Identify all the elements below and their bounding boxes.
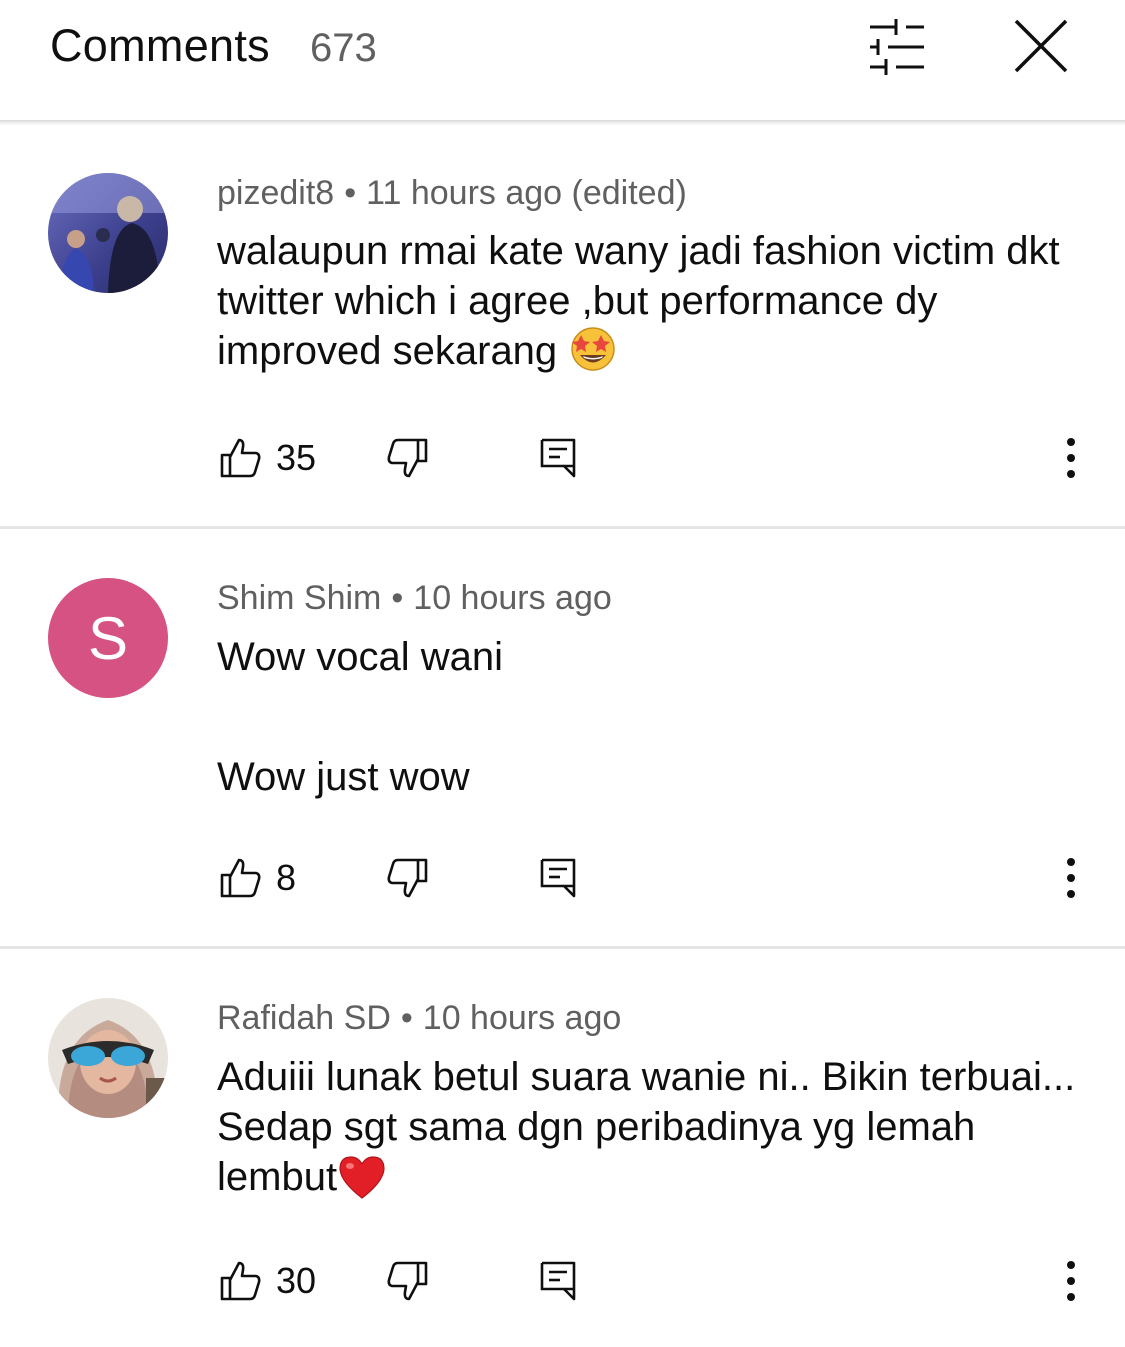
author-name[interactable]: Shim Shim (217, 579, 381, 617)
like-button[interactable] (218, 1259, 262, 1303)
red-heart-emoji (337, 1154, 387, 1200)
avatar[interactable] (48, 173, 168, 293)
avatar-letter: S (48, 578, 168, 698)
thumbs-up-icon (220, 858, 261, 898)
close-icon (1014, 19, 1068, 73)
more-vert-icon (1067, 438, 1075, 478)
reply-icon (540, 858, 576, 898)
comment-text: Wow vocal wani Wow just wow (217, 632, 1077, 802)
reply-button[interactable] (538, 1259, 578, 1303)
comments-header: Comments 673 (0, 0, 1125, 120)
separator-dot: • (400, 999, 413, 1037)
comment-item: Rafidah SD • 10 hours ago Aduiii lunak bet… (0, 949, 1125, 1347)
comment-body: walaupun rmai kate wany jadi fashion vic… (217, 229, 1060, 373)
like-count: 8 (276, 857, 297, 898)
dislike-button[interactable] (386, 436, 430, 480)
sort-filter-button[interactable] (860, 14, 932, 80)
comment-body-line: Wow just wow (217, 755, 470, 799)
like-button[interactable] (218, 436, 262, 480)
timestamp: 10 hours ago (422, 999, 622, 1037)
user-photo-icon (48, 173, 168, 293)
thumbs-down-icon (387, 1261, 428, 1301)
thumbs-up-icon (220, 438, 261, 478)
comment-meta: Rafidah SD • 10 hours ago (217, 999, 621, 1038)
comment-actions: 30 (0, 1259, 1125, 1319)
comment-item: pizedit8 • 11 hours ago (edited) walaupun … (0, 126, 1125, 526)
comment-actions: 8 (0, 856, 1125, 916)
dislike-button[interactable] (386, 856, 430, 900)
thumbs-up-icon (220, 1261, 261, 1301)
avatar[interactable]: S (48, 578, 168, 698)
thumbs-down-icon (387, 858, 428, 898)
avatar[interactable] (48, 998, 168, 1118)
timestamp: 11 hours ago (edited) (366, 174, 687, 212)
more-options-button[interactable] (1056, 432, 1086, 484)
comment-actions: 35 (0, 436, 1125, 496)
more-options-button[interactable] (1056, 852, 1086, 904)
separator-dot: • (344, 174, 357, 212)
comment-text: Aduiii lunak betul suara wanie ni.. Biki… (217, 1052, 1077, 1202)
comment-item: S Shim Shim • 10 hours ago Wow vocal wani … (0, 529, 1125, 947)
comments-title: Comments (50, 20, 270, 71)
user-photo-icon (48, 998, 168, 1118)
author-name[interactable]: Rafidah SD (217, 999, 391, 1037)
sliders-icon (870, 19, 924, 75)
reply-icon (540, 1261, 576, 1301)
more-vert-icon (1067, 858, 1075, 898)
comment-meta: pizedit8 • 11 hours ago (edited) (217, 174, 687, 213)
like-button[interactable] (218, 856, 262, 900)
timestamp: 10 hours ago (413, 579, 612, 617)
comment-text: walaupun rmai kate wany jadi fashion vic… (217, 226, 1077, 376)
comment-body-line: Wow vocal wani (217, 635, 504, 679)
like-count: 35 (276, 437, 317, 478)
thumbs-down-icon (387, 438, 428, 478)
reply-button[interactable] (538, 436, 578, 480)
separator-dot: • (391, 579, 404, 617)
comment-meta: Shim Shim • 10 hours ago (217, 579, 612, 618)
dislike-button[interactable] (386, 1259, 430, 1303)
star-struck-emoji (568, 326, 618, 372)
comments-count: 673 (310, 26, 377, 70)
like-count: 30 (276, 1260, 317, 1301)
more-vert-icon (1067, 1261, 1075, 1301)
reply-button[interactable] (538, 856, 578, 900)
reply-icon (540, 438, 576, 478)
author-name[interactable]: pizedit8 (217, 174, 334, 212)
more-options-button[interactable] (1056, 1255, 1086, 1307)
close-button[interactable] (1004, 14, 1076, 80)
